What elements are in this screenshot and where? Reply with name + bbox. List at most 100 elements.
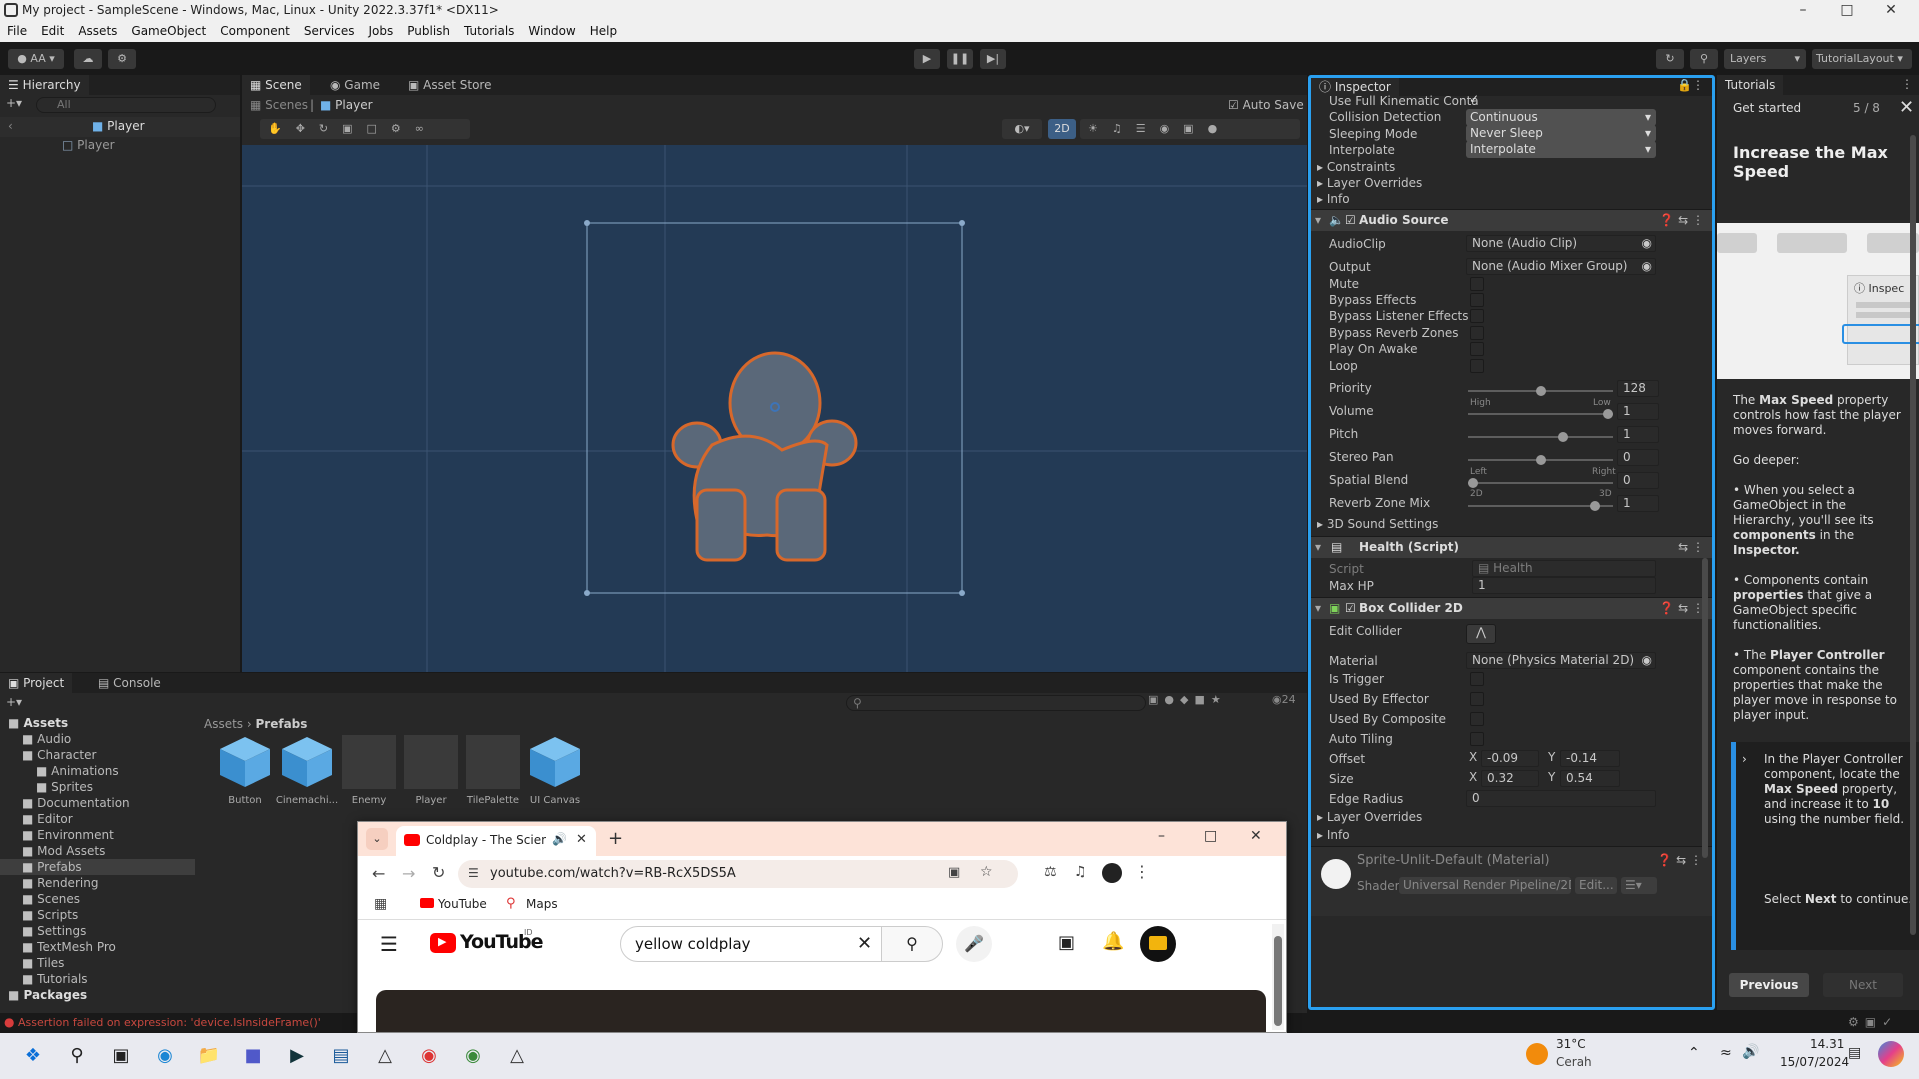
back-arrow-icon[interactable]: ‹ [8,119,13,133]
forward-button[interactable]: → [402,864,415,883]
audioclip-field[interactable]: None (Audio Clip) ◉ [1466,235,1656,252]
stereo-pan-input[interactable]: 0 [1617,449,1659,466]
project-folder-item[interactable]: ■ Prefabs [0,859,195,875]
step-button[interactable]: ▶| [980,49,1006,69]
play-on-awake-checkbox[interactable] [1470,342,1484,356]
rb-info-foldout[interactable]: ▸ Info [1317,190,1350,208]
hierarchy-search-input[interactable]: All [36,97,216,113]
offset-x-input[interactable]: -0.09 [1481,750,1539,767]
priority-knob[interactable] [1535,386,1546,396]
project-folder-item[interactable]: ■ Settings [0,923,195,939]
menu-dots-icon[interactable]: ⋮ [1901,77,1913,91]
project-asset-item[interactable]: Player [402,735,460,815]
pitch-input[interactable]: 1 [1617,426,1659,443]
site-info-icon[interactable]: ☰ [468,866,479,880]
menu-help[interactable]: Help [583,22,624,38]
project-folder-item[interactable]: ■ Sprites [0,779,195,795]
draw-mode-dropdown[interactable]: ◐▾ [1002,119,1042,139]
project-folder-item[interactable]: ■ Editor [0,811,195,827]
create-video-icon[interactable]: ▣ [1058,932,1075,953]
voice-search-mic-icon[interactable]: 🎤 [956,926,992,962]
collision-dropdown[interactable]: Continuous ▾ [1466,109,1656,126]
close-icon[interactable]: ✕ [1899,97,1914,118]
project-folder-item[interactable]: ■ Tutorials [0,971,195,987]
wifi-icon[interactable]: ≈ [1720,1045,1732,1061]
maximize-button[interactable]: □ [1825,0,1869,22]
install-app-icon[interactable]: ▣ [948,865,960,880]
project-search-input[interactable]: ⚲ [846,695,1146,711]
used-by-effector-checkbox[interactable] [1470,692,1484,706]
box-collider-header[interactable]: ▾ ▣ ☑ Box Collider 2D ❓ ⇆ ⋮ [1311,597,1712,619]
project-folder-item[interactable]: ■ Documentation [0,795,195,811]
video-thumbnail[interactable] [376,990,1266,1032]
project-folder-item[interactable]: ■ Audio [0,731,195,747]
terminal-app-icon[interactable]: ▶ [282,1041,312,1071]
address-bar[interactable]: ☰ youtube.com/watch?v=RB-RcX5DS5A ▣ ☆ [458,860,1018,888]
cloud-icon[interactable]: ☁ [74,49,102,69]
object-picker-icon[interactable]: ◉ [1642,259,1652,274]
menu-tutorials[interactable]: Tutorials [457,22,521,38]
bypass-reverb-checkbox[interactable] [1470,326,1484,340]
health-script-header[interactable]: ▾ ▤ Health (Script) ⇆ ⋮ [1311,536,1712,558]
project-asset-item[interactable]: TilePalette [464,735,522,815]
tab-list-chevron-icon[interactable]: ⌄ [366,828,388,850]
reload-button[interactable]: ↻ [432,863,445,882]
tab-hierarchy[interactable]: ☰ Hierarchy [0,75,89,95]
reverb-zone-mix-input[interactable]: 1 [1617,495,1659,512]
notepad-app-icon[interactable]: ▤ [326,1041,356,1071]
edge-radius-input[interactable]: 0 [1466,790,1656,807]
chevron-up-icon[interactable]: ⌃ [1688,1045,1700,1061]
spatial-blend-knob[interactable] [1468,478,1478,488]
notification-icon[interactable]: ▤ [1848,1045,1861,1061]
component-options-icon[interactable]: ⇆ ⋮ [1678,537,1704,558]
next-button[interactable]: Next [1823,973,1903,997]
pause-button[interactable]: ❚❚ [947,49,973,69]
menu-gameobject[interactable]: GameObject [124,22,213,38]
menu-window[interactable]: Window [521,22,582,38]
browser-close-button[interactable]: ✕ [1250,828,1262,844]
pitch-knob[interactable] [1558,432,1569,442]
breadcrumb-scenes[interactable]: ▦ Scenes [250,95,308,115]
edge-browser-icon[interactable]: ◉ [150,1041,180,1071]
close-tab-icon[interactable]: ✕ [576,832,587,847]
apps-grid-icon[interactable]: ▦ [374,896,387,912]
menu-jobs[interactable]: Jobs [362,22,401,38]
audio-source-header[interactable]: ▾ 🔈 ☑ Audio Source ❓ ⇆ ⋮ [1311,209,1712,231]
project-folder-item[interactable]: ■ Scripts [0,907,195,923]
shader-dropdown[interactable]: Universal Render Pipeline/2D/S [1399,877,1571,894]
back-button[interactable]: ← [372,864,385,883]
project-asset-item[interactable]: Button [216,735,274,815]
interpolate-dropdown[interactable]: Interpolate ▾ [1466,141,1656,158]
project-folder-item[interactable]: ■ Animations [0,763,195,779]
shader-options-dropdown[interactable]: ☰▾ [1621,877,1657,894]
tutorial-scrollbar[interactable] [1910,135,1916,935]
tab-game[interactable]: ◉ Game [322,75,388,95]
chrome-icon[interactable]: ◉ [414,1041,444,1071]
object-picker-icon[interactable]: ◉ [1642,236,1652,251]
menu-publish[interactable]: Publish [400,22,457,38]
weather-desc[interactable]: Cerah [1556,1055,1592,1069]
chevron-right-icon[interactable]: › [1742,752,1747,766]
component-options-icon[interactable]: ❓ ⇆ ⋮ [1659,210,1704,231]
breadcrumb-prefabs[interactable]: Prefabs [256,717,308,731]
project-folder-item[interactable]: ■ Packages [0,987,195,1003]
project-folder-item[interactable]: ■ Environment [0,827,195,843]
minimize-button[interactable]: – [1781,0,1825,22]
account-dropdown[interactable]: ● AA ▾ [8,49,64,69]
stereo-pan-slider[interactable] [1468,455,1613,465]
browser-maximize-button[interactable]: □ [1204,828,1217,844]
bookmark-star-icon[interactable]: ☆ [980,864,993,880]
clock-time[interactable]: 14.31 [1810,1037,1844,1051]
chrome-profile-icon[interactable]: ◉ [458,1041,488,1071]
spatial-blend-slider[interactable] [1468,478,1613,488]
auto-tiling-checkbox[interactable] [1470,732,1484,746]
tab-asset-store[interactable]: ▣ Asset Store [400,75,500,95]
transform-tools[interactable]: ✋✥↻▣□⚙∞ [260,119,470,139]
priority-input[interactable]: 128 [1617,380,1659,397]
youtube-search-button[interactable]: ⚲ [881,926,943,962]
new-tab-button[interactable]: + [608,828,623,849]
3d-sound-settings-foldout[interactable]: ▸ 3D Sound Settings [1317,515,1438,533]
status-icons[interactable]: ⚙▣✓ [1848,1015,1898,1029]
notifications-bell-icon[interactable]: 🔔 [1102,931,1124,952]
clock-date[interactable]: 15/07/2024 [1780,1055,1849,1069]
